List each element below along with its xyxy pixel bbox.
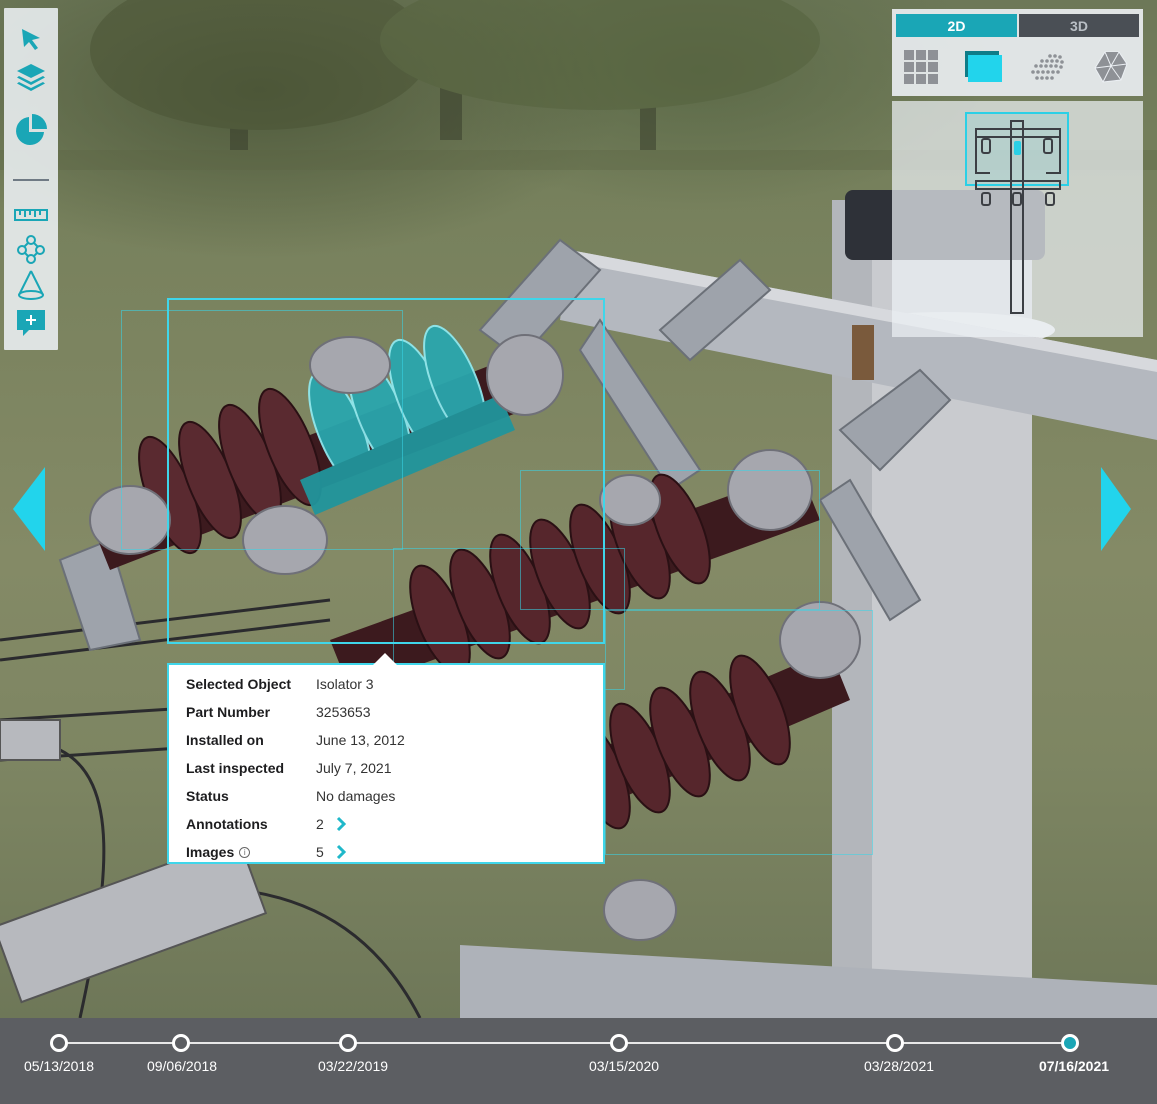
timeline-node[interactable] (886, 1034, 904, 1052)
minimap[interactable] (892, 101, 1143, 337)
info-row-status: Status No damages (186, 786, 586, 806)
info-key: Status (186, 788, 229, 804)
timeline-date-active[interactable]: 07/16/2021 (1019, 1058, 1129, 1074)
info-key: Selected Object (186, 676, 292, 692)
info-value: No damages (316, 788, 396, 804)
select-pointer-icon[interactable] (11, 19, 51, 59)
info-key: Last inspected (186, 760, 285, 776)
info-value: July 7, 2021 (316, 760, 392, 776)
info-value: 2 (316, 816, 346, 832)
timeline-track (59, 1042, 1070, 1044)
timeline-date[interactable]: 05/13/2018 (4, 1058, 114, 1074)
info-row-selected-object: Selected Object Isolator 3 (186, 674, 586, 694)
timeline-date[interactable]: 03/28/2021 (844, 1058, 954, 1074)
info-row-part-number: Part Number 3253653 (186, 702, 586, 722)
network-nodes-icon[interactable] (11, 229, 51, 269)
info-key-label: Images (186, 844, 235, 860)
mode-2d-button[interactable]: 2D (896, 14, 1017, 37)
toolbar-divider (13, 179, 49, 181)
timeline-node[interactable] (172, 1034, 190, 1052)
chevron-right-icon[interactable] (336, 844, 346, 860)
detection-box[interactable] (605, 610, 873, 855)
stacked-layers-icon[interactable] (963, 47, 1003, 87)
inspection-timeline: 05/13/2018 09/06/2018 03/22/2019 03/15/2… (0, 1018, 1157, 1104)
popup-pointer (373, 653, 397, 665)
timeline-date[interactable]: 09/06/2018 (127, 1058, 237, 1074)
timeline-node[interactable] (50, 1034, 68, 1052)
info-key: Annotations (186, 816, 268, 832)
layers-icon[interactable] (11, 57, 51, 97)
info-key: Part Number (186, 704, 271, 720)
info-key: Images i (186, 844, 316, 860)
timeline-node[interactable] (339, 1034, 357, 1052)
info-circle-icon[interactable]: i (239, 846, 251, 858)
info-value: 5 (316, 844, 346, 860)
info-row-installed-on: Installed on June 13, 2012 (186, 730, 586, 750)
info-value: Isolator 3 (316, 676, 374, 692)
annotations-count: 2 (316, 816, 324, 832)
mesh-icon[interactable] (1091, 47, 1131, 87)
info-row-images[interactable]: Images i 5 (186, 842, 586, 862)
view-panel: 2D 3D (892, 9, 1143, 337)
timeline-date[interactable]: 03/15/2020 (569, 1058, 679, 1074)
timeline-node-active[interactable] (1061, 1034, 1079, 1052)
info-value: June 13, 2012 (316, 732, 405, 748)
point-cloud-icon[interactable] (1027, 47, 1067, 87)
grid-tiles-icon[interactable] (901, 47, 941, 87)
pie-chart-icon[interactable] (11, 110, 51, 150)
images-count: 5 (316, 844, 324, 860)
info-value: 3253653 (316, 704, 371, 720)
chevron-right-icon[interactable] (336, 816, 346, 832)
object-info-panel: Selected Object Isolator 3 Part Number 3… (167, 653, 605, 864)
selected-object-box[interactable] (167, 298, 605, 644)
info-key: Installed on (186, 732, 264, 748)
pole-schematic (965, 112, 1069, 314)
tool-palette (4, 8, 58, 350)
previous-image-arrow-icon[interactable] (13, 467, 47, 551)
info-row-last-inspected: Last inspected July 7, 2021 (186, 758, 586, 778)
mode-3d-button[interactable]: 3D (1019, 14, 1139, 37)
view-mode-bar: 2D 3D (892, 9, 1143, 96)
next-image-arrow-icon[interactable] (1099, 467, 1133, 551)
timeline-node[interactable] (610, 1034, 628, 1052)
timeline-date[interactable]: 03/22/2019 (298, 1058, 408, 1074)
add-comment-icon[interactable] (11, 303, 51, 343)
cone-icon[interactable] (11, 265, 51, 305)
info-row-annotations[interactable]: Annotations 2 (186, 814, 586, 834)
